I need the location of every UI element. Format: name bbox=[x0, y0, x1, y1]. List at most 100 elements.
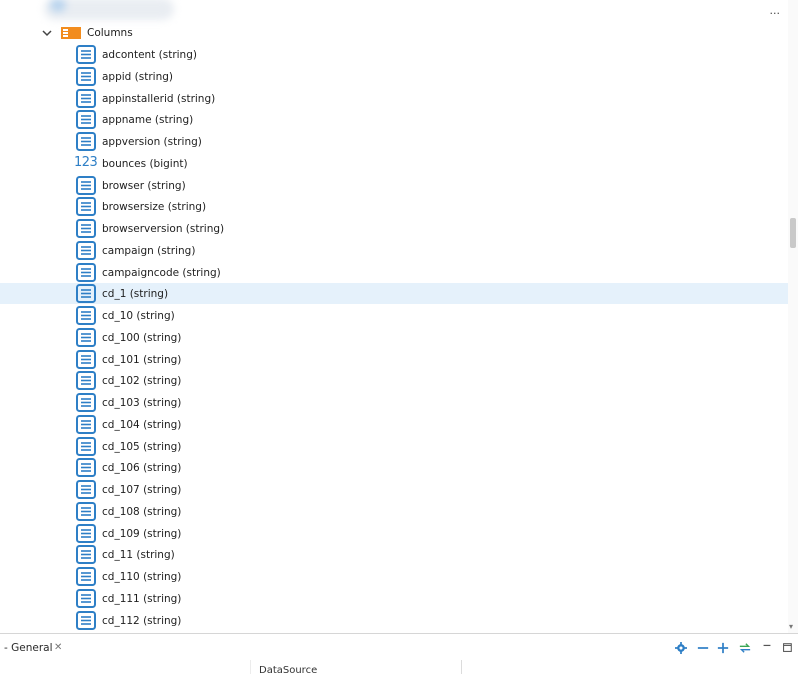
tree-row-column[interactable]: browser (string) bbox=[0, 175, 788, 196]
column-label: appversion (string) bbox=[102, 136, 202, 148]
column-label: cd_110 (string) bbox=[102, 571, 182, 583]
column-label: cd_109 (string) bbox=[102, 527, 182, 540]
tree-row-column[interactable]: cd_100 (string) bbox=[0, 327, 788, 348]
tree-row-column[interactable]: cd_10 (string) bbox=[0, 305, 788, 326]
tree-row-column[interactable]: cd_112 (string) bbox=[0, 610, 788, 631]
column-label: browser (string) bbox=[102, 179, 186, 192]
column-label: cd_100 (string) bbox=[102, 331, 182, 344]
tree-row-column[interactable]: campaign (string) bbox=[0, 240, 788, 261]
string-column-icon bbox=[76, 501, 96, 521]
string-column-icon bbox=[76, 175, 96, 195]
column-label: cd_107 (string) bbox=[102, 484, 182, 496]
string-column-icon bbox=[76, 545, 96, 565]
column-label: browsersize (string) bbox=[102, 201, 207, 214]
tab-general[interactable]: - General ✕ bbox=[0, 634, 76, 660]
column-label: appname (string) bbox=[102, 114, 194, 127]
string-column-icon bbox=[76, 284, 96, 304]
column-label: bounces (bigint) bbox=[102, 157, 188, 170]
tree-row-column[interactable]: cd_110 (string) bbox=[0, 566, 788, 587]
column-label: cd_101 (string) bbox=[102, 353, 182, 366]
settings-icon[interactable] bbox=[674, 642, 688, 654]
tree-row-column[interactable]: cd_104 (string) bbox=[0, 414, 788, 435]
string-column-icon bbox=[76, 45, 96, 64]
link-editor-icon[interactable] bbox=[738, 642, 752, 654]
tree-row-column[interactable]: browserversion (string) bbox=[0, 218, 788, 239]
tree-row-column[interactable]: cd_109 (string) bbox=[0, 523, 788, 544]
tree-row-column[interactable]: cd_107 (string) bbox=[0, 479, 788, 500]
column-label: cd_106 (string) bbox=[102, 462, 182, 475]
tree-row-column[interactable]: campaigncode (string) bbox=[0, 262, 788, 283]
column-label: cd_104 (string) bbox=[102, 418, 182, 431]
columns-folder-icon bbox=[61, 27, 81, 39]
tree-row-column[interactable]: cd_111 (string) bbox=[0, 588, 788, 609]
maximize-icon[interactable] bbox=[780, 642, 794, 654]
string-column-icon bbox=[76, 567, 96, 586]
tree-row-column[interactable]: adcontent (string) bbox=[0, 44, 788, 65]
column-label: cd_105 (string) bbox=[102, 440, 182, 453]
string-column-icon bbox=[76, 523, 96, 543]
string-column-icon bbox=[76, 240, 96, 260]
tree-row-column[interactable]: cd_101 (string) bbox=[0, 349, 788, 370]
columns-folder-node[interactable]: Columns bbox=[0, 23, 790, 43]
tree-row-column[interactable]: cd_105 (string) bbox=[0, 436, 788, 457]
datasource-header-label: DataSource bbox=[259, 665, 318, 676]
tree-row-column[interactable]: cd_108 (string) bbox=[0, 501, 788, 522]
scroll-down-arrow-icon[interactable]: ▾ bbox=[789, 623, 797, 631]
string-column-icon bbox=[76, 110, 96, 130]
string-column-icon bbox=[76, 66, 96, 86]
string-column-icon bbox=[76, 327, 96, 347]
column-label: cd_108 (string) bbox=[102, 505, 182, 518]
string-column-icon bbox=[76, 197, 96, 217]
string-column-icon bbox=[76, 436, 96, 456]
tree-row-column[interactable]: appid (string) bbox=[0, 66, 788, 87]
chevron-down-icon[interactable] bbox=[40, 26, 54, 40]
column-label: cd_103 (string) bbox=[102, 397, 182, 409]
column-label: campaign (string) bbox=[102, 244, 196, 257]
tree-row-column[interactable]: cd_1 (string) bbox=[0, 283, 788, 305]
minimize-icon[interactable] bbox=[760, 642, 774, 654]
tree-row-column[interactable]: appinstallerid (string) bbox=[0, 88, 788, 109]
tree-row-column[interactable]: 123 bounces (bigint) bbox=[0, 153, 788, 174]
columns-folder-label: Columns bbox=[87, 27, 133, 39]
datasource-column-header: DataSource bbox=[250, 660, 462, 676]
string-column-icon bbox=[76, 480, 96, 499]
tree-row-column[interactable]: cd_106 (string) bbox=[0, 457, 788, 478]
string-column-icon bbox=[76, 88, 96, 108]
column-label: appid (string) bbox=[102, 70, 174, 83]
tree-row-column[interactable]: cd_102 (string) bbox=[0, 370, 788, 391]
column-label: adcontent (string) bbox=[102, 49, 197, 61]
string-column-icon bbox=[76, 458, 96, 478]
column-label: cd_102 (string) bbox=[102, 375, 182, 388]
numeric-column-icon: 123 bbox=[74, 154, 98, 170]
column-label: cd_10 (string) bbox=[102, 310, 175, 322]
collapse-all-icon[interactable] bbox=[696, 642, 710, 654]
string-column-icon bbox=[76, 132, 96, 151]
more-options-icon[interactable]: ... bbox=[770, 4, 781, 17]
tree-row-column[interactable]: cd_11 (string) bbox=[0, 544, 788, 565]
string-column-icon bbox=[76, 349, 96, 369]
column-label: cd_111 (string) bbox=[102, 592, 182, 605]
string-column-icon bbox=[76, 610, 96, 630]
string-column-icon bbox=[76, 588, 96, 608]
tree-row-column[interactable]: cd_103 (string) bbox=[0, 392, 788, 413]
string-column-icon bbox=[76, 393, 96, 412]
column-label: appinstallerid (string) bbox=[102, 92, 216, 105]
string-column-icon bbox=[76, 371, 96, 391]
navigator-tree: ... Columns adcontent (string) appid (str… bbox=[0, 0, 790, 633]
tab-general-label: - General bbox=[4, 642, 53, 654]
tree-row-column[interactable]: appversion (string) bbox=[0, 131, 788, 152]
bottom-panel: - General ✕ DataSource bbox=[0, 633, 798, 676]
scrollbar-thumb[interactable] bbox=[790, 218, 796, 248]
expand-all-icon[interactable] bbox=[716, 642, 730, 654]
column-label: browserversion (string) bbox=[102, 223, 225, 235]
tree-row-column[interactable]: browsersize (string) bbox=[0, 196, 788, 217]
blurred-parent-node bbox=[44, 0, 174, 20]
string-column-icon bbox=[76, 219, 96, 238]
column-label: campaigncode (string) bbox=[102, 266, 221, 279]
vertical-scrollbar[interactable]: ▾ bbox=[788, 0, 798, 633]
string-column-icon bbox=[76, 306, 96, 325]
close-icon[interactable]: ✕ bbox=[54, 642, 62, 653]
tree-row-column[interactable]: appname (string) bbox=[0, 109, 788, 130]
column-label: cd_11 (string) bbox=[102, 549, 175, 562]
string-column-icon bbox=[76, 262, 96, 282]
